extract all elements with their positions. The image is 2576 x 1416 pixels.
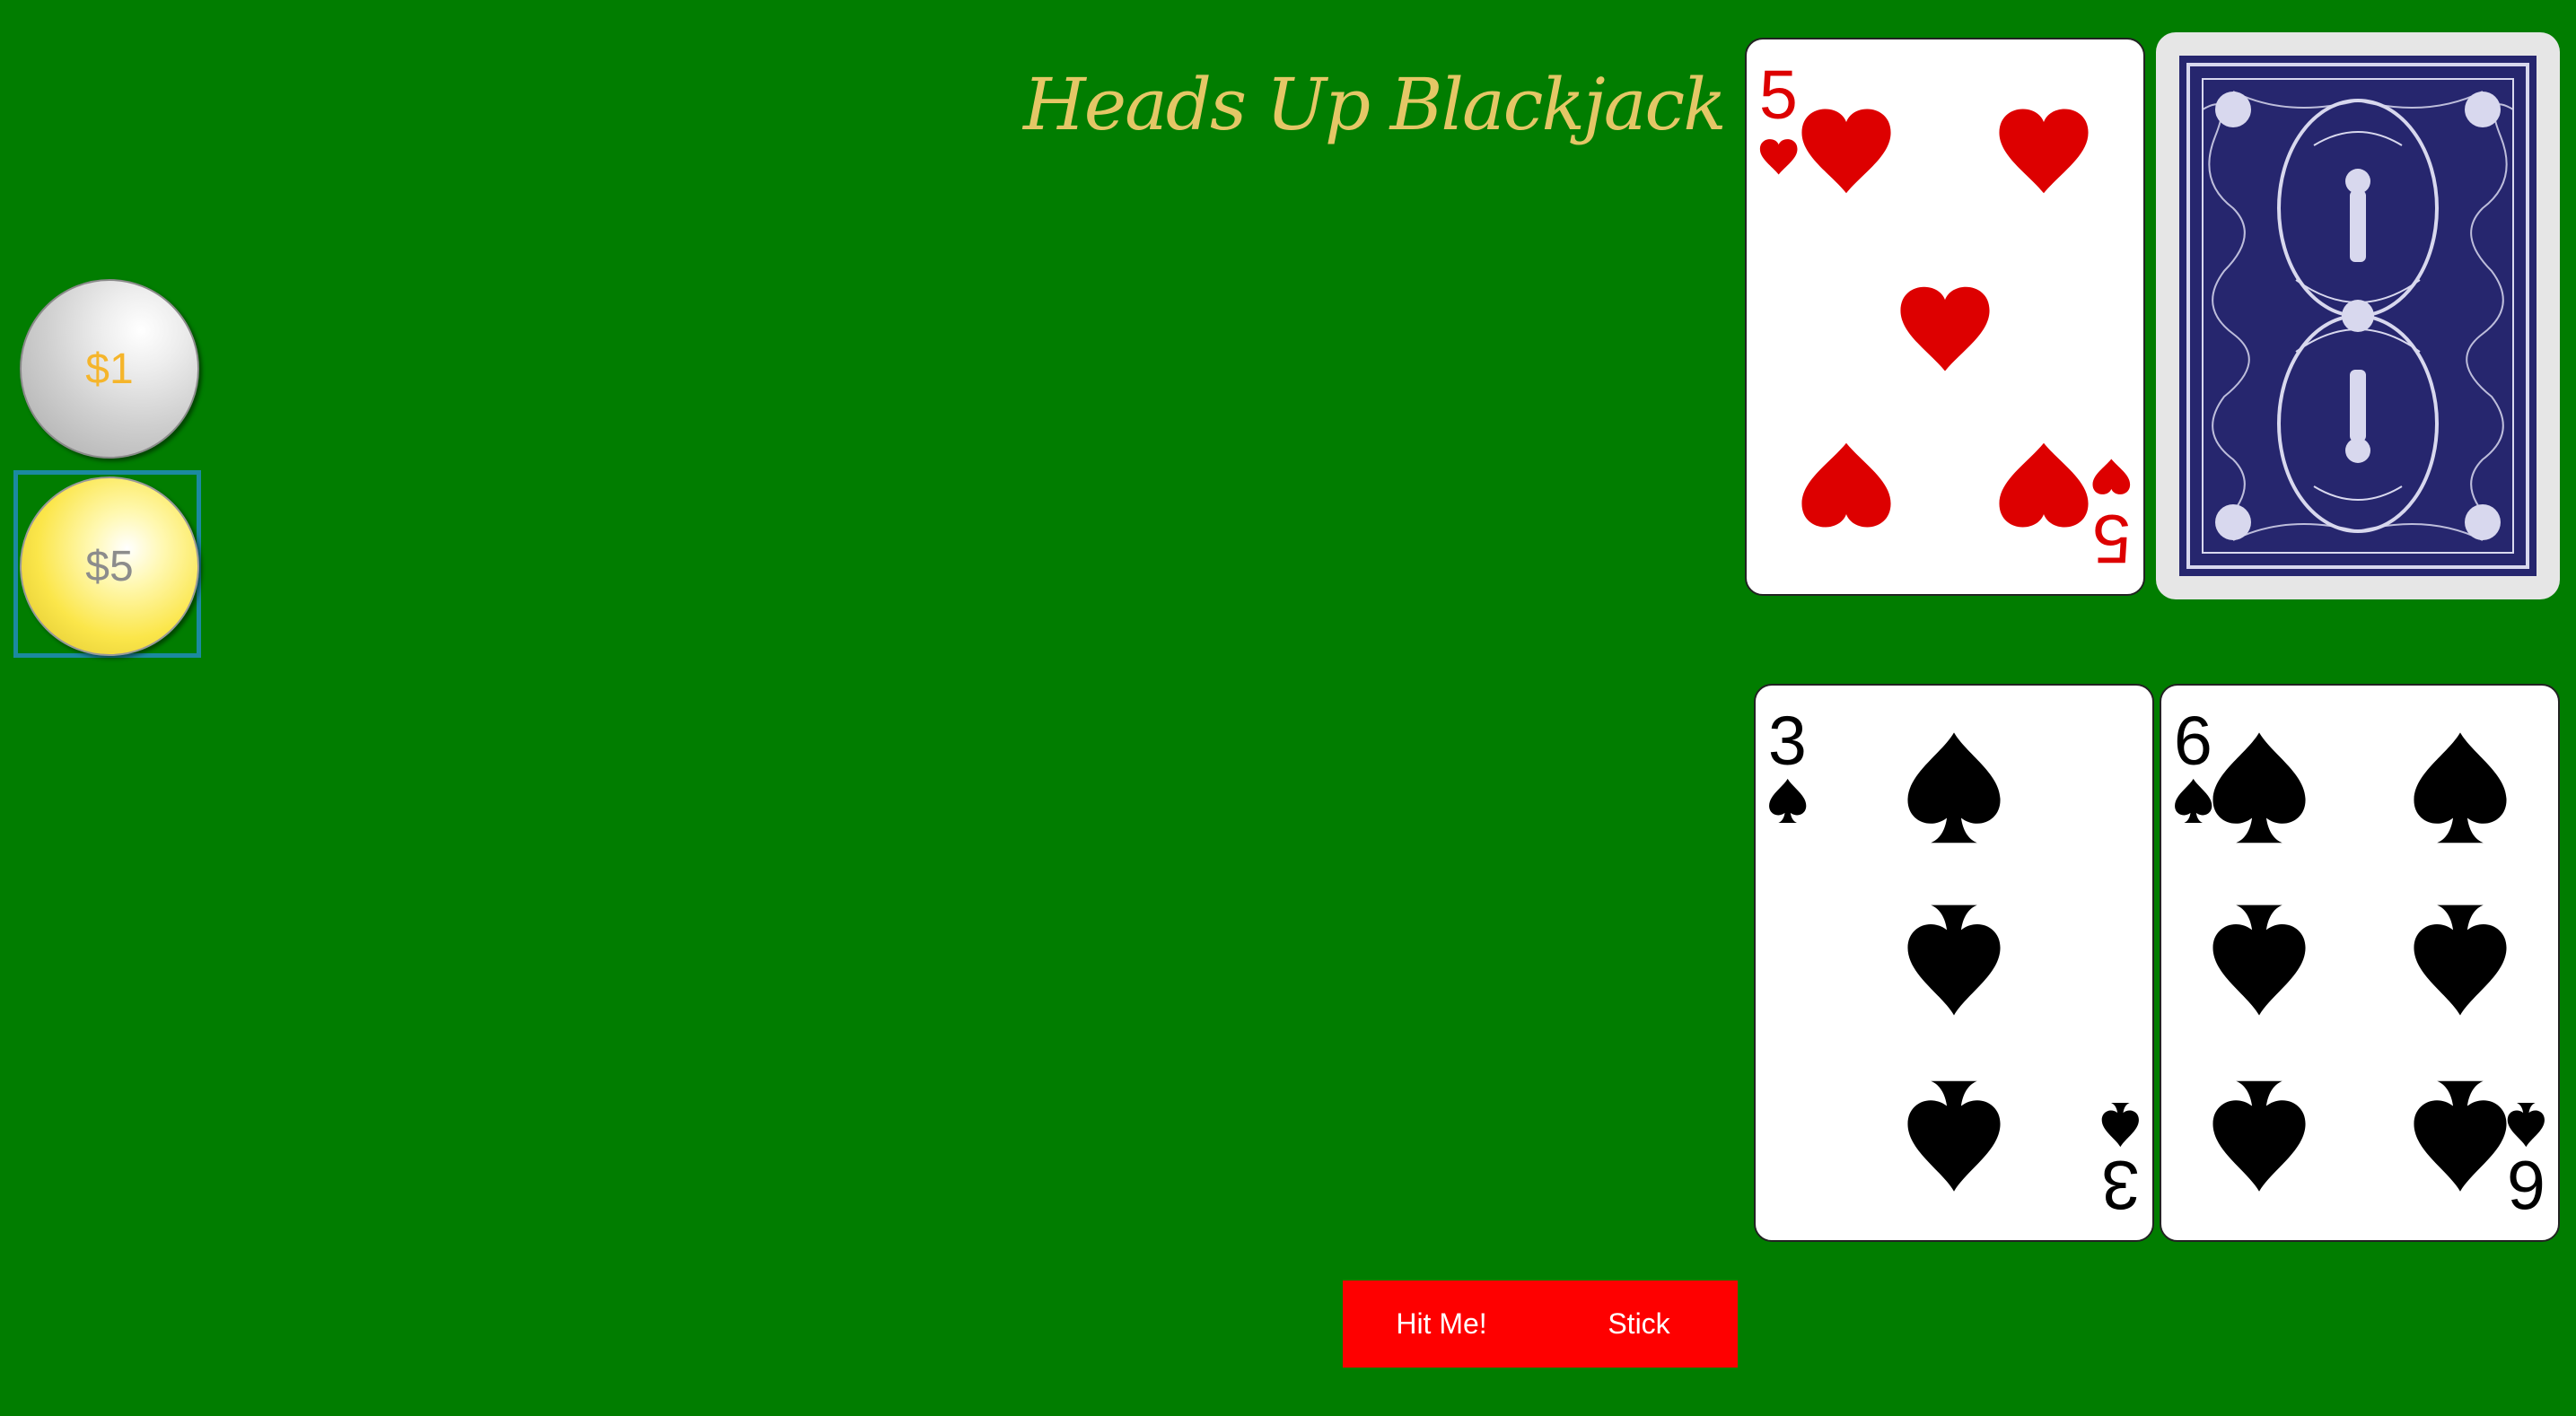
six-of-spades-face: 6 6 — [2174, 703, 2545, 1223]
heart-icon — [1999, 442, 2089, 528]
stick-button[interactable]: Stick — [1540, 1281, 1738, 1368]
player-card-2: 6 6 — [2160, 684, 2560, 1242]
player-card-1: 3 3 — [1754, 684, 2154, 1242]
spade-icon — [1769, 778, 1807, 824]
dealer-card-2-facedown — [2156, 32, 2560, 599]
card-rank: 6 — [2507, 1146, 2545, 1223]
chip-1-label: $1 — [85, 345, 134, 393]
spade-icon — [2414, 905, 2507, 1016]
card-rank: 6 — [2174, 703, 2212, 780]
action-buttons: Hit Me! Stick — [1343, 1281, 1738, 1368]
spade-icon — [1907, 905, 2001, 1016]
game-title: Heads Up Blackjack — [1023, 63, 1727, 146]
five-of-hearts-face: 5 5 — [1759, 57, 2131, 577]
card-rank: 3 — [2101, 1146, 2140, 1223]
card-rank: 5 — [2092, 500, 2131, 577]
heart-icon — [1801, 442, 1891, 528]
heart-icon — [2092, 459, 2131, 494]
spade-icon — [2414, 1080, 2507, 1192]
card-back-pattern — [2179, 56, 2537, 576]
chip-5-dollar[interactable]: $5 — [20, 476, 199, 656]
spade-icon — [2212, 732, 2306, 843]
chip-5-label: $5 — [85, 542, 134, 590]
chip-1-dollar[interactable]: $1 — [20, 279, 199, 459]
spade-icon — [2101, 1102, 2139, 1148]
heart-icon — [1900, 286, 1990, 371]
heart-icon — [1999, 109, 2089, 194]
spade-icon — [2507, 1102, 2545, 1148]
spade-icon — [2414, 732, 2507, 843]
dealer-card-1: 5 5 — [1745, 38, 2145, 596]
three-of-spades-face: 3 3 — [1768, 703, 2140, 1223]
heart-icon — [1759, 139, 1798, 175]
hit-me-button[interactable]: Hit Me! — [1343, 1281, 1540, 1368]
spade-icon — [1907, 1080, 2001, 1192]
card-rank: 3 — [1768, 703, 1807, 780]
heart-icon — [1801, 109, 1891, 194]
spade-icon — [2175, 778, 2212, 824]
spade-icon — [2212, 1080, 2306, 1192]
spade-icon — [1907, 732, 2001, 843]
card-rank: 5 — [1759, 57, 1798, 134]
spade-icon — [2212, 905, 2306, 1016]
